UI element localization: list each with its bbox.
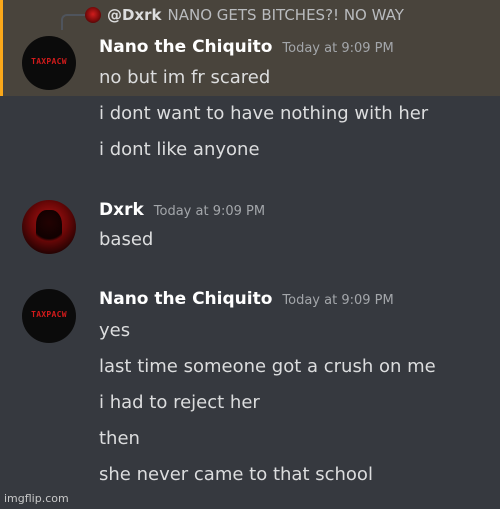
avatar-logo: TAXPACW [31,57,67,66]
avatar[interactable] [22,200,76,254]
avatar[interactable]: TAXPACW [22,289,76,343]
reply-preview[interactable]: @Dxrk NANO GETS BITCHES?! NO WAY [67,6,404,24]
message-text: i dont want to have nothing with her [99,103,429,124]
message-text: last time someone got a crush on me [99,356,436,377]
message-header: Nano the Chiquito Today at 9:09 PM [99,37,394,59]
timestamp[interactable]: Today at 9:09 PM [282,293,393,308]
message-text: then [99,428,140,449]
username[interactable]: Dxrk [99,200,144,220]
reply-author[interactable]: @Dxrk [107,6,162,24]
timestamp[interactable]: Today at 9:09 PM [282,41,393,56]
message-header: Dxrk Today at 9:09 PM [99,200,265,222]
message-text: yes [99,320,131,341]
message-text: based [99,229,154,250]
username[interactable]: Nano the Chiquito [99,289,272,309]
reply-avatar[interactable] [85,7,101,23]
message-header: Nano the Chiquito Today at 9:09 PM [99,289,394,311]
reply-text[interactable]: NANO GETS BITCHES?! NO WAY [168,6,404,24]
avatar[interactable]: TAXPACW [22,36,76,90]
message-text: she never came to that school [99,464,373,485]
timestamp[interactable]: Today at 9:09 PM [154,204,265,219]
watermark: imgflip.com [4,492,69,505]
username[interactable]: Nano the Chiquito [99,37,272,57]
message-text: i had to reject her [99,392,260,413]
message-text: no but im fr scared [99,67,271,88]
chat-messages: @Dxrk NANO GETS BITCHES?! NO WAY TAXPACW… [0,0,500,509]
avatar-figure [36,210,62,246]
avatar-logo: TAXPACW [31,310,67,319]
message-text: i dont like anyone [99,139,260,160]
